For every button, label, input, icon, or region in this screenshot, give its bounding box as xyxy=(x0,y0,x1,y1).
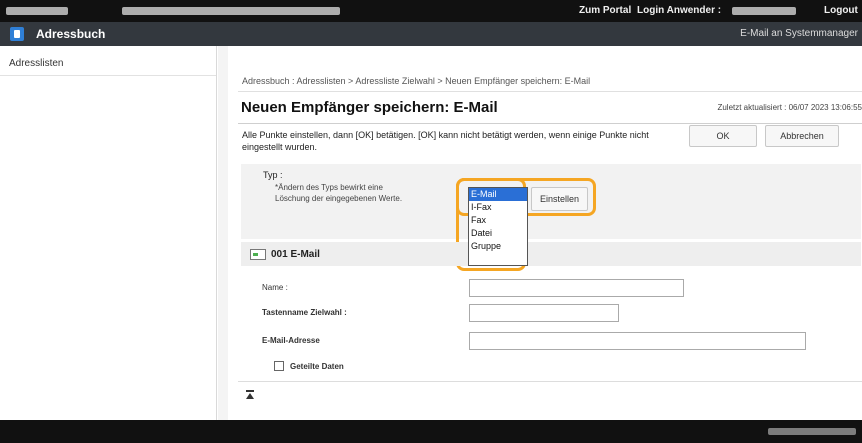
breadcrumb[interactable]: Adressbuch : Adresslisten > Adressliste … xyxy=(242,76,590,86)
key-name-input[interactable] xyxy=(469,304,619,322)
redacted-device-path xyxy=(122,7,340,15)
portal-link[interactable]: Zum Portal xyxy=(579,5,631,16)
ok-button[interactable]: OK xyxy=(689,125,757,147)
section-title: 001 E-Mail xyxy=(271,249,320,260)
key-name-label: Tastenname Zielwahl : xyxy=(262,308,347,317)
app-title-bar: Adressbuch E-Mail an Systemmanager xyxy=(0,22,862,46)
type-option-email[interactable]: E-Mail xyxy=(469,188,527,201)
type-option-ifax[interactable]: I-Fax xyxy=(469,201,527,214)
split-data-label: Geteilte Daten xyxy=(290,362,344,371)
login-user-label: Login Anwender : xyxy=(637,5,722,16)
type-option-fax[interactable]: Fax xyxy=(469,214,527,227)
email-address-input[interactable] xyxy=(469,332,806,350)
email-address-label: E-Mail-Adresse xyxy=(262,336,320,345)
logout-link[interactable]: Logout xyxy=(824,5,858,16)
name-label: Name : xyxy=(262,283,288,292)
content-panel: Adressbuch : Adresslisten > Adressliste … xyxy=(228,46,862,420)
sidebar-item-address-lists[interactable]: Adresslisten xyxy=(0,54,216,76)
type-note: *Ändern des Typs bewirkt eine Löschung d… xyxy=(275,183,403,203)
type-select-list[interactable]: E-Mail I-Fax Fax Datei Gruppe xyxy=(468,187,528,266)
copyright-text xyxy=(768,428,856,435)
app-title: Adressbuch xyxy=(36,27,106,41)
divider xyxy=(238,123,862,124)
last-updated: Zuletzt aktualisiert : 06/07 2023 13:06:… xyxy=(717,103,862,112)
footer xyxy=(0,420,862,443)
section-header xyxy=(241,242,861,266)
type-label: Typ : xyxy=(263,170,283,180)
email-admin-link[interactable]: E-Mail an Systemmanager xyxy=(740,28,858,39)
name-input[interactable] xyxy=(469,279,684,297)
cancel-button[interactable]: Abbrechen xyxy=(765,125,839,147)
page-title: Neuen Empfänger speichern: E-Mail xyxy=(241,99,498,116)
address-book-icon xyxy=(10,27,24,41)
type-option-group[interactable]: Gruppe xyxy=(469,240,527,253)
type-option-file[interactable]: Datei xyxy=(469,227,527,240)
sidebar: Adresslisten xyxy=(0,46,217,420)
redacted-user-name xyxy=(732,7,796,15)
set-type-button[interactable]: Einstellen xyxy=(531,187,588,211)
scroll-to-top-icon[interactable] xyxy=(246,390,256,400)
divider xyxy=(238,381,862,382)
redacted-device-name xyxy=(6,7,68,15)
email-entry-icon xyxy=(250,249,266,260)
split-data-checkbox[interactable] xyxy=(274,361,284,371)
main-area: Adressbuch : Adresslisten > Adressliste … xyxy=(218,46,862,420)
instructions-text: Alle Punkte einstellen, dann [OK] betäti… xyxy=(242,130,649,152)
divider xyxy=(238,91,862,92)
top-bar: Zum Portal Login Anwender : Logout xyxy=(0,0,862,22)
